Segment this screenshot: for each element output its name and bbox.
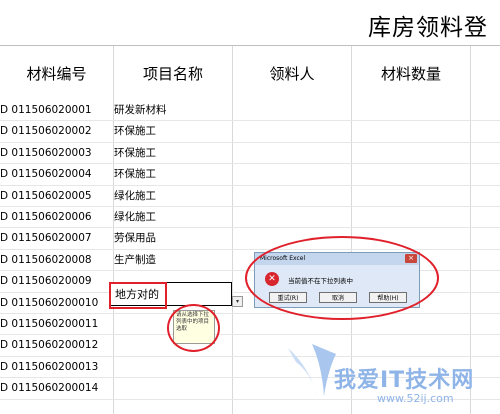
material-code-cell[interactable]: D 011506020007 [0, 228, 92, 248]
header-material-code[interactable]: 材料编号 [0, 46, 113, 100]
project-name-cell[interactable]: 劳保用品 [114, 228, 156, 248]
material-code-cell[interactable]: D 011506020001 [0, 100, 92, 120]
material-code-cell[interactable]: D 011506020002 [0, 121, 92, 141]
table-row[interactable]: D 011506020005 绿化施工 [0, 186, 500, 207]
project-name-cell[interactable]: 绿化施工 [114, 207, 156, 227]
material-code-cell[interactable]: D 0115060200011 [0, 314, 98, 334]
table-row[interactable]: D 011506020001 研发新材料 [0, 100, 500, 122]
annotation-circle-tooltip [167, 304, 220, 352]
project-name-cell[interactable]: 环保施工 [114, 121, 156, 141]
header-project-name[interactable]: 项目名称 [114, 46, 232, 100]
table-row[interactable]: D 011506020004 环保施工 [0, 164, 500, 186]
watermark-url: www.52ij.com [377, 392, 454, 405]
table-row[interactable]: D 011506020002 环保施工 [0, 121, 500, 143]
material-code-cell[interactable]: D 0115060200014 [0, 378, 98, 398]
project-name-cell[interactable]: 环保施工 [114, 143, 156, 163]
project-name-cell[interactable]: 环保施工 [114, 164, 156, 184]
table-row[interactable]: D 0115060200011 [0, 314, 500, 336]
project-name-cell[interactable]: 研发新材料 [114, 100, 167, 120]
material-code-cell[interactable]: D 011506020004 [0, 164, 92, 184]
watermark-logo-icon [288, 344, 336, 398]
header-recipient[interactable]: 领料人 [233, 46, 351, 100]
annotation-rectangle [109, 282, 167, 309]
material-code-cell[interactable]: D 011506020006 [0, 207, 92, 227]
material-code-cell[interactable]: D 0115060200010 [0, 293, 98, 313]
project-name-cell[interactable]: 生产制造 [114, 250, 156, 270]
material-code-cell[interactable]: D 011506020008 [0, 250, 92, 270]
material-code-cell[interactable]: D 0115060200013 [0, 357, 98, 377]
annotation-ellipse-dialog [245, 236, 439, 320]
material-code-cell[interactable]: D 0115060200012 [0, 335, 98, 355]
table-row[interactable]: D 0115060200012 [0, 335, 500, 357]
table-row[interactable]: D 011506020007 劳保用品 [0, 228, 500, 250]
material-code-cell[interactable]: D 011506020003 [0, 143, 92, 163]
table-row[interactable]: D 011506020003 环保施工 [0, 143, 500, 165]
header-quantity[interactable]: 材料数量 [352, 46, 470, 100]
project-name-cell[interactable]: 绿化施工 [114, 186, 156, 206]
material-code-cell[interactable]: D 011506020005 [0, 186, 92, 206]
sheet-title: 库房领料登 [368, 15, 488, 41]
material-code-cell[interactable]: D 011506020009 [0, 271, 92, 291]
watermark-text: 我爱IT技术网 [334, 368, 475, 393]
table-row[interactable]: D 011506020006 绿化施工 [0, 207, 500, 229]
dropdown-arrow-button[interactable]: ▾ [232, 296, 243, 307]
